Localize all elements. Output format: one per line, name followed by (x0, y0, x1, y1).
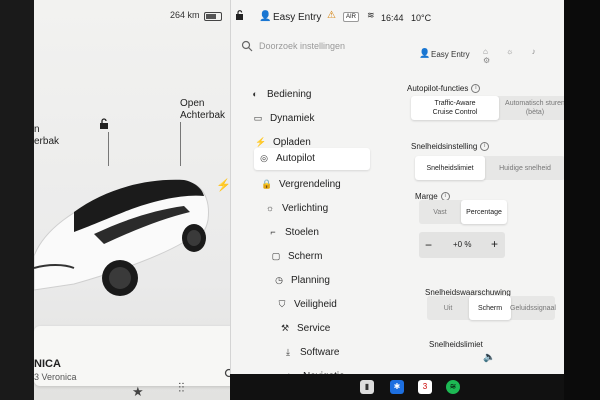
star-icon[interactable]: ★ (132, 384, 144, 400)
margin-value: +0 % (453, 240, 472, 249)
option-fixed[interactable]: Vast (419, 200, 461, 224)
margin-stepper: − +0 % + (419, 232, 505, 258)
front-trunk-label[interactable]: n erbak (34, 124, 59, 148)
info-icon[interactable]: i (480, 142, 490, 152)
speed-limit-title: Snelheidslimiet (429, 340, 483, 349)
range-readout: 264 km (170, 10, 200, 20)
sun-icon: ☼ (265, 203, 275, 213)
screen-bezel-right (564, 0, 600, 400)
toggle-icon: ◐ (252, 89, 258, 99)
status-bar: 👤 Easy Entry ⚠ AIR ≋ 16:44 10°C (231, 0, 564, 30)
outside-temperature: 10°C (411, 13, 432, 23)
nav-item-scherm[interactable]: ▢ Scherm (266, 246, 382, 268)
steering-wheel-icon: ◎ (260, 153, 268, 163)
speed-setting-selector: Snelheidslimiet Huidige snelheid (415, 156, 564, 180)
car-icon: ▭ (253, 113, 263, 123)
option-percentage[interactable]: Percentage (461, 200, 507, 224)
nav-item-label: Opladen (273, 137, 311, 148)
app-dock: ▮ ✱ 3 ≋ (230, 374, 564, 400)
option-current-speed[interactable]: Huidige snelheid (485, 156, 564, 180)
unlock-icon[interactable] (98, 118, 110, 130)
bluetooth-icon[interactable]: ✱ (390, 380, 404, 394)
clock-icon: ◷ (275, 275, 283, 285)
nav-item-label: Autopilot (276, 153, 315, 164)
option-autosteer[interactable]: Automatisch sturen (bèta) (499, 96, 564, 120)
battery-icon (204, 12, 222, 21)
nav-item-stoelen[interactable]: ⌐ Stoelen (263, 222, 379, 244)
nav-item-vergrendeling[interactable]: 🔒 Vergrendeling (257, 174, 373, 196)
charge-port-bolt-icon[interactable]: ⚡ (216, 178, 231, 192)
display-icon: ▢ (271, 251, 281, 261)
option-display[interactable]: Scherm (469, 296, 511, 320)
bolt-icon: ⚡ (255, 137, 267, 147)
profile-sub: 3 Veronica (34, 372, 77, 382)
calendar-icon[interactable]: 3 (418, 380, 432, 394)
car-render (34, 179, 209, 296)
info-icon[interactable]: i (471, 84, 481, 94)
nav-item-verlichting[interactable]: ☼ Verlichting (260, 198, 376, 220)
nav-item-label: Stoelen (285, 227, 319, 238)
nav-item-veiligheid[interactable]: ⛉ Veiligheid (272, 294, 388, 316)
profile-icon[interactable]: 👤 (259, 11, 271, 22)
settings-search[interactable]: Doorzoek instellingen (241, 36, 411, 56)
wifi-icon: ≋ (367, 10, 375, 20)
unlock-icon[interactable] (235, 10, 245, 20)
nav-item-planning[interactable]: ◷ Planning (269, 270, 385, 292)
speed-warning-selector: Uit Scherm Geluidssignaal (427, 296, 556, 320)
volume-icon[interactable]: 🔈 (483, 352, 495, 363)
nav-item-label: Verlichting (282, 203, 329, 214)
passenger-airbag-icon: AIR (343, 12, 360, 22)
clock-time: 16:44 (381, 13, 404, 23)
wrench-icon: ⚒ (280, 323, 290, 333)
screen-bezel-left (0, 0, 34, 400)
autopilot-functions-selector: Traffic-Aware Cruise Control Automatisch… (411, 96, 564, 120)
sliders-icon[interactable]: ⫶⫶ (178, 380, 185, 396)
nav-item-label: Dynamiek (270, 113, 315, 124)
nav-item-software[interactable]: ⤓ Software (278, 342, 394, 364)
profile-icon[interactable]: 👤 (419, 48, 430, 59)
option-speed-limit[interactable]: Snelheidslimiet (415, 156, 485, 180)
nav-item-bediening[interactable]: ◐ Bediening (245, 84, 361, 106)
download-icon: ⤓ (286, 347, 290, 357)
nav-item-label: Planning (291, 275, 330, 286)
tesla-screen: 264 km n erbak Open Achterbak ⚡ NICA 3 V… (34, 0, 564, 400)
car-panel: 264 km n erbak Open Achterbak ⚡ NICA 3 V… (34, 0, 248, 400)
lock-icon: 🔒 (261, 179, 273, 189)
margin-selector: Vast Percentage (419, 200, 507, 224)
speed-setting-title: Snelheidsinstelling i (411, 142, 490, 152)
spotify-icon[interactable]: ≋ (446, 380, 460, 394)
nav-item-label: Scherm (288, 251, 323, 262)
search-input[interactable]: Doorzoek instellingen (259, 41, 345, 51)
search-icon (241, 40, 253, 52)
increment-button[interactable]: + (491, 237, 498, 251)
warning-icon: ⚠ (327, 10, 336, 21)
settings-panel: 👤 Easy Entry ⚠ AIR ≋ 16:44 10°C Doorzoek… (230, 0, 564, 400)
nav-item-label: Veiligheid (294, 299, 337, 310)
profile-name-small[interactable]: Easy Entry (431, 50, 470, 59)
nav-item-label: Bediening (267, 89, 312, 100)
nav-item-dynamiek[interactable]: ▭ Dynamiek (248, 108, 364, 130)
option-off[interactable]: Uit (427, 296, 469, 320)
nav-item-service[interactable]: ⚒ Service (275, 318, 391, 340)
open-trunk-label[interactable]: Open Achterbak (180, 98, 225, 122)
seat-icon: ⌐ (270, 227, 276, 237)
nav-item-label: Software (300, 347, 340, 358)
nav-item-label: Service (297, 323, 331, 334)
nav-item-autopilot[interactable]: ◎ Autopilot (254, 148, 370, 170)
shield-icon: ⛉ (278, 299, 286, 309)
option-traffic-aware-cruise[interactable]: Traffic-Aware Cruise Control (411, 96, 499, 120)
app-icon[interactable]: ▮ (360, 380, 374, 394)
profile-name[interactable]: Easy Entry (273, 12, 321, 23)
option-chime[interactable]: Geluidssignaal (510, 296, 556, 320)
profile-name: NICA (34, 358, 61, 370)
autopilot-functions-title: Autopilot-functies i (407, 84, 481, 94)
decrement-button[interactable]: − (425, 238, 432, 252)
header-icons[interactable]: ⌂ ☼ ♪ ⚙ (483, 47, 564, 65)
nav-item-label: Vergrendeling (279, 179, 341, 190)
